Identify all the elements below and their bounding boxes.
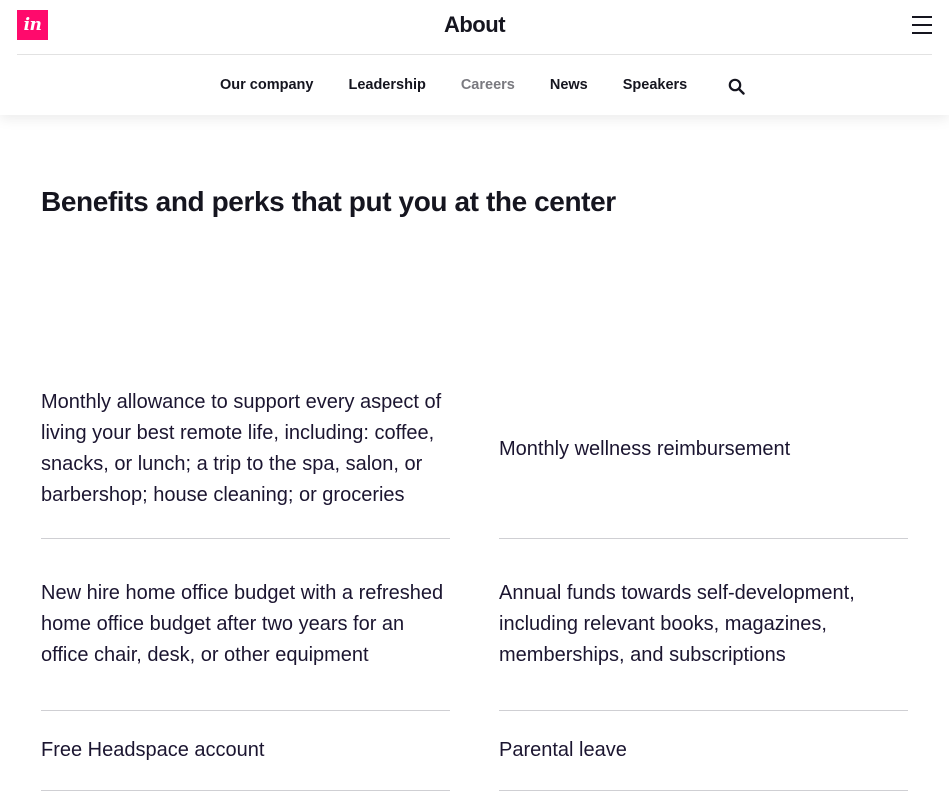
nav-our-company[interactable]: Our company: [220, 77, 313, 93]
site-header: in About Our company Leadership Careers …: [0, 0, 949, 115]
benefit-text: Parental leave: [499, 739, 627, 762]
hamburger-menu-icon[interactable]: [912, 16, 933, 34]
benefit-item: Monthly allowance to support every aspec…: [41, 360, 450, 539]
nav-speakers[interactable]: Speakers: [623, 77, 688, 93]
nav-news[interactable]: News: [550, 77, 588, 93]
benefit-text: New hire home office budget with a refre…: [41, 582, 444, 666]
search-icon[interactable]: [728, 78, 745, 95]
benefit-text: Monthly wellness reimbursement: [499, 437, 791, 460]
benefit-text: Annual funds towards self-development, i…: [499, 582, 855, 666]
benefit-text: Free Headspace account: [41, 739, 265, 762]
nav-leadership[interactable]: Leadership: [348, 77, 425, 93]
benefit-item: Free Headspace account: [41, 711, 450, 791]
benefit-text: Monthly allowance to support every aspec…: [41, 391, 442, 506]
menu-bar: [912, 24, 932, 26]
benefit-item: New hire home office budget with a refre…: [41, 539, 450, 711]
sub-navigation: Our company Leadership Careers News Spea…: [220, 76, 745, 95]
menu-bar: [912, 16, 932, 18]
menu-bar: [912, 32, 932, 34]
nav-careers[interactable]: Careers: [461, 77, 515, 93]
benefit-item: Annual funds towards self-development, i…: [499, 539, 908, 711]
header-divider: [17, 54, 932, 55]
benefit-item: Parental leave: [499, 711, 908, 791]
section-title: Benefits and perks that put you at the c…: [41, 186, 616, 217]
benefit-item: Monthly wellness reimbursement: [499, 360, 908, 539]
page-title: About: [443, 12, 506, 37]
